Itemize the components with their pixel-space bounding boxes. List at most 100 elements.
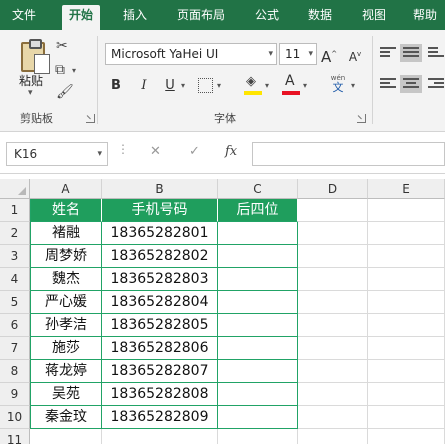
- border-dropdown-icon[interactable]: ▾: [217, 81, 221, 90]
- cell-a7[interactable]: 施莎: [30, 337, 102, 360]
- row-header-10[interactable]: 10: [0, 406, 30, 429]
- cell-c1[interactable]: 后四位: [218, 199, 298, 222]
- cell-a5[interactable]: 严心媛: [30, 291, 102, 314]
- cell-a10[interactable]: 秦金玟: [30, 406, 102, 429]
- shrink-font-button[interactable]: Av: [347, 44, 363, 64]
- cell-b6[interactable]: 18365282805: [102, 314, 218, 337]
- cell-d4[interactable]: [298, 268, 368, 291]
- align-right-icon[interactable]: [428, 78, 444, 90]
- cell-c2[interactable]: [218, 222, 298, 245]
- cell-c5[interactable]: [218, 291, 298, 314]
- cell-d3[interactable]: [298, 245, 368, 268]
- align-top-icon[interactable]: [380, 47, 396, 59]
- cell-a2[interactable]: 褚融: [30, 222, 102, 245]
- cell-c10[interactable]: [218, 406, 298, 429]
- column-header-a[interactable]: A: [30, 179, 102, 199]
- cell-e4[interactable]: [368, 268, 445, 291]
- cell-e2[interactable]: [368, 222, 445, 245]
- cell-b10[interactable]: 18365282809: [102, 406, 218, 429]
- cell-d5[interactable]: [298, 291, 368, 314]
- cell-e9[interactable]: [368, 383, 445, 406]
- cell-b5[interactable]: 18365282804: [102, 291, 218, 314]
- font-launcher-icon[interactable]: [357, 114, 366, 123]
- tab-formulas[interactable]: 公式: [255, 5, 279, 27]
- cell-e10[interactable]: [368, 406, 445, 429]
- underline-button[interactable]: U: [162, 76, 178, 96]
- row-header-6[interactable]: 6: [0, 314, 30, 337]
- row-header-9[interactable]: 9: [0, 383, 30, 406]
- formula-input[interactable]: [252, 142, 445, 166]
- column-header-e[interactable]: E: [368, 179, 445, 199]
- tab-help[interactable]: 帮助: [413, 5, 437, 27]
- row-header-2[interactable]: 2: [0, 222, 30, 245]
- cell-c6[interactable]: [218, 314, 298, 337]
- cell-a4[interactable]: 魏杰: [30, 268, 102, 291]
- tab-insert[interactable]: 插入: [123, 5, 147, 27]
- cell-e8[interactable]: [368, 360, 445, 383]
- font-color-button[interactable]: A: [282, 73, 300, 96]
- cell-d6[interactable]: [298, 314, 368, 337]
- row-header-5[interactable]: 5: [0, 291, 30, 314]
- select-all-button[interactable]: [0, 179, 30, 199]
- name-box[interactable]: K16 ▾: [6, 142, 108, 166]
- cell-e11[interactable]: [368, 429, 445, 444]
- cell-b9[interactable]: 18365282808: [102, 383, 218, 406]
- cell-d9[interactable]: [298, 383, 368, 406]
- cell-a8[interactable]: 蒋龙婷: [30, 360, 102, 383]
- phonetic-button[interactable]: wén 文: [329, 74, 347, 96]
- row-header-7[interactable]: 7: [0, 337, 30, 360]
- cell-c3[interactable]: [218, 245, 298, 268]
- cell-c4[interactable]: [218, 268, 298, 291]
- cell-b3[interactable]: 18365282802: [102, 245, 218, 268]
- column-header-c[interactable]: C: [218, 179, 298, 199]
- underline-dropdown-icon[interactable]: ▾: [181, 81, 185, 90]
- tab-home[interactable]: 开始: [62, 5, 101, 30]
- copy-icon[interactable]: ⧉: [55, 62, 65, 78]
- font-family-select[interactable]: Microsoft YaHei UI ▾: [105, 43, 277, 65]
- cell-a3[interactable]: 周梦娇: [30, 245, 102, 268]
- cell-b11[interactable]: [102, 429, 218, 444]
- cell-b4[interactable]: 18365282803: [102, 268, 218, 291]
- paste-button[interactable]: 粘贴 ▾: [10, 34, 54, 100]
- column-header-d[interactable]: D: [298, 179, 368, 199]
- cell-e5[interactable]: [368, 291, 445, 314]
- cell-d10[interactable]: [298, 406, 368, 429]
- align-middle-icon[interactable]: [400, 44, 422, 62]
- align-bottom-icon[interactable]: [428, 47, 444, 59]
- cell-d2[interactable]: [298, 222, 368, 245]
- border-button[interactable]: [198, 78, 213, 93]
- insert-function-button[interactable]: fx: [225, 144, 237, 159]
- tab-page-layout[interactable]: 页面布局: [177, 5, 225, 27]
- fill-color-dropdown-icon[interactable]: ▾: [265, 81, 269, 90]
- row-header-3[interactable]: 3: [0, 245, 30, 268]
- cell-b7[interactable]: 18365282806: [102, 337, 218, 360]
- cell-d8[interactable]: [298, 360, 368, 383]
- cell-e3[interactable]: [368, 245, 445, 268]
- cell-c8[interactable]: [218, 360, 298, 383]
- cell-b1[interactable]: 手机号码: [102, 199, 218, 222]
- cell-c9[interactable]: [218, 383, 298, 406]
- cell-c11[interactable]: [218, 429, 298, 444]
- cell-e1[interactable]: [368, 199, 445, 222]
- italic-button[interactable]: I: [136, 76, 152, 96]
- cell-d11[interactable]: [298, 429, 368, 444]
- format-painter-icon[interactable]: 🖌: [56, 84, 74, 100]
- tab-data[interactable]: 数据: [308, 5, 332, 27]
- font-color-dropdown-icon[interactable]: ▾: [303, 81, 307, 90]
- cell-c7[interactable]: [218, 337, 298, 360]
- row-header-8[interactable]: 8: [0, 360, 30, 383]
- cell-b8[interactable]: 18365282807: [102, 360, 218, 383]
- tab-view[interactable]: 视图: [362, 5, 386, 27]
- copy-dropdown-icon[interactable]: ▾: [72, 66, 76, 75]
- align-left-icon[interactable]: [380, 78, 396, 90]
- cell-a6[interactable]: 孙孝洁: [30, 314, 102, 337]
- grow-font-button[interactable]: A^: [321, 44, 337, 66]
- clipboard-launcher-icon[interactable]: [86, 114, 95, 123]
- column-header-b[interactable]: B: [102, 179, 218, 199]
- cell-e6[interactable]: [368, 314, 445, 337]
- enter-icon[interactable]: ✓: [189, 144, 200, 159]
- cell-a1[interactable]: 姓名: [30, 199, 102, 222]
- cell-b2[interactable]: 18365282801: [102, 222, 218, 245]
- fill-color-button[interactable]: ◈: [244, 74, 262, 96]
- bold-button[interactable]: B: [108, 76, 124, 96]
